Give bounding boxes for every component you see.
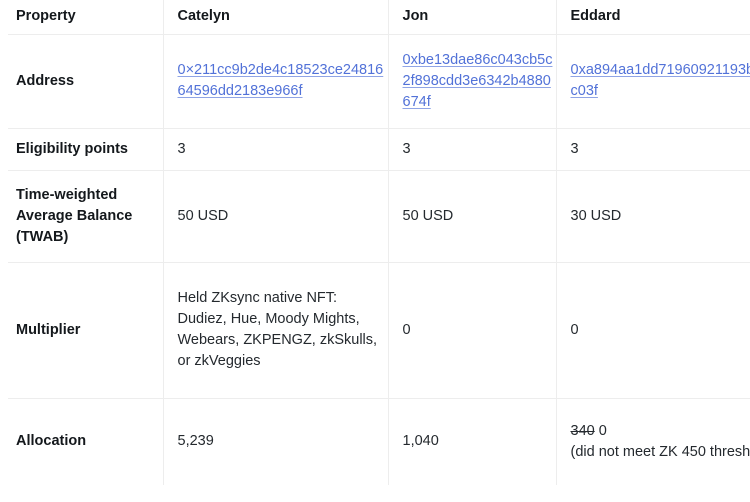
cell-eligibility-eddard: 3 <box>556 128 750 171</box>
cell-address-jon: 0xbe13dae86c043cb5c2f898cdd3e6342b488067… <box>388 34 557 129</box>
allocation-struck-value-eddard: 340 <box>570 422 595 439</box>
column-header-property: Property <box>8 0 164 35</box>
cell-allocation-eddard: 340 0 (did not meet ZK 450 threshold) <box>556 398 750 485</box>
cell-multiplier-eddard: 0 <box>556 262 750 399</box>
row-label-twab: Time-weighted Average Balance (TWAB) <box>8 170 164 263</box>
allocation-final-value-eddard: 0 <box>598 422 607 439</box>
cell-twab-eddard: 30 USD <box>556 170 750 263</box>
cell-allocation-catelyn: 5,239 <box>163 398 389 485</box>
multiplier-description-catelyn: Held ZKsync native NFT: Dudiez, Hue, Moo… <box>177 290 378 369</box>
cell-eligibility-catelyn: 3 <box>163 128 389 171</box>
cell-address-catelyn: 0×211cc9b2de4c18523ce2481664596dd2183e96… <box>163 34 389 129</box>
row-label-address: Address <box>8 34 164 129</box>
column-header-eddard: Eddard <box>556 0 750 35</box>
table-body: Address 0×211cc9b2de4c18523ce2481664596d… <box>8 34 750 485</box>
row-label-eligibility-points: Eligibility points <box>8 128 164 171</box>
row-label-multiplier: Multiplier <box>8 262 164 399</box>
table-row: Time-weighted Average Balance (TWAB) 50 … <box>8 170 750 263</box>
table-row: Address 0×211cc9b2de4c18523ce2481664596d… <box>8 34 750 129</box>
cell-address-eddard: 0xa894aa1dd71960921193bfe3ee5f400dee96c0… <box>556 34 750 129</box>
allocation-eddard-values: 340 0 <box>571 421 750 442</box>
table-row: Eligibility points 3 3 3 <box>8 128 750 171</box>
table-header: Property Catelyn Jon Eddard <box>8 0 750 35</box>
cell-twab-jon: 50 USD <box>388 170 557 263</box>
allocation-note-eddard: (did not meet ZK 450 threshold) <box>570 443 750 460</box>
address-link-eddard[interactable]: 0xa894aa1dd71960921193bfe3ee5f400dee96c0… <box>571 60 750 102</box>
table-header-row: Property Catelyn Jon Eddard <box>8 0 750 35</box>
allocation-comparison-table: Property Catelyn Jon Eddard Address 0×21… <box>8 0 750 485</box>
cell-allocation-jon: 1,040 <box>388 398 557 485</box>
column-header-catelyn: Catelyn <box>163 0 389 35</box>
address-link-jon[interactable]: 0xbe13dae86c043cb5c2f898cdd3e6342b488067… <box>403 50 556 113</box>
cell-multiplier-jon: 0 <box>388 262 557 399</box>
table-row: Allocation 5,239 1,040 340 0 (did not me… <box>8 398 750 485</box>
row-label-allocation: Allocation <box>8 398 164 485</box>
cell-eligibility-jon: 3 <box>388 128 557 171</box>
column-header-jon: Jon <box>388 0 557 35</box>
address-link-catelyn[interactable]: 0×211cc9b2de4c18523ce2481664596dd2183e96… <box>178 60 388 102</box>
cell-twab-catelyn: 50 USD <box>163 170 389 263</box>
comparison-table-container: Property Catelyn Jon Eddard Address 0×21… <box>0 0 750 502</box>
cell-multiplier-catelyn: Held ZKsync native NFT: Dudiez, Hue, Moo… <box>163 262 389 399</box>
table-row: Multiplier Held ZKsync native NFT: Dudie… <box>8 262 750 399</box>
